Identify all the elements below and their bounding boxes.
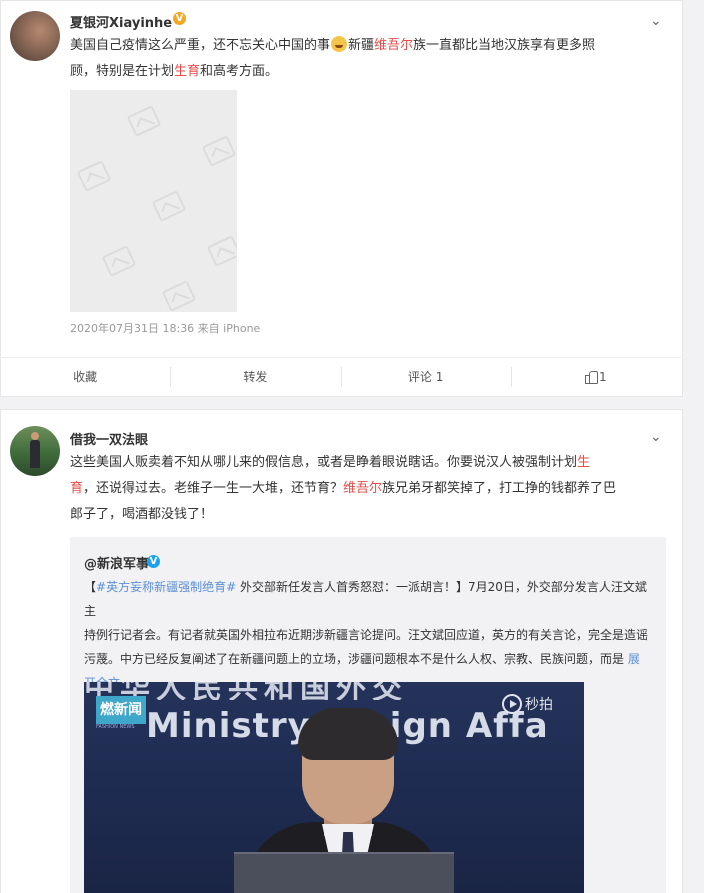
image-icon <box>151 190 187 222</box>
topic-link[interactable]: #英方妄称新疆强制绝育# <box>96 580 236 594</box>
image-icon <box>76 160 112 192</box>
laugh-emoji-icon <box>331 36 348 52</box>
image-icon <box>161 280 197 312</box>
keyword-highlight[interactable]: 维吾尔 <box>374 38 413 53</box>
keyword-highlight[interactable]: 育 <box>70 481 83 496</box>
repost-author[interactable]: @新浪军事 <box>84 553 149 572</box>
author-name[interactable]: 夏银河Xiayinhe <box>70 12 172 31</box>
keyword-highlight[interactable]: 生育 <box>174 64 200 79</box>
podium <box>234 852 454 893</box>
image-placeholder[interactable] <box>70 90 237 312</box>
comment-button[interactable]: 评论 1 <box>340 358 511 396</box>
collect-button[interactable]: 收藏 <box>0 358 170 396</box>
post-meta[interactable]: 2020年07月31日 18:36 来自 iPhone <box>70 320 260 336</box>
image-icon <box>101 245 137 277</box>
image-icon <box>126 105 162 137</box>
action-bar: 收藏 转发 评论 1 1 <box>0 357 681 396</box>
repost-button[interactable]: 转发 <box>170 358 340 396</box>
keyword-highlight[interactable]: 生 <box>577 455 590 470</box>
play-icon <box>502 694 522 714</box>
verified-badge-icon: V <box>173 12 186 25</box>
post-text: 美国自己疫情这么严重，还不忘关心中国的事 新疆维吾尔族一直都比当地汉族享有更多照 … <box>70 36 596 79</box>
news-logo: 燃新闻 <box>96 696 146 724</box>
author-name[interactable]: 借我一双法眼 <box>70 429 148 448</box>
keyword-highlight[interactable]: 维吾尔 <box>343 481 382 496</box>
chevron-down-icon[interactable]: ⌄ <box>650 430 664 444</box>
thumbs-up-icon <box>585 370 599 384</box>
post-text: 这些美国人贩卖着不知从哪儿来的假信息，或者是睁着眼说瞎话。你要说汉人被强制计划生… <box>70 455 617 522</box>
image-icon <box>201 135 237 167</box>
avatar[interactable] <box>10 11 60 61</box>
like-button[interactable]: 1 <box>510 358 681 396</box>
video-player[interactable]: 中华人民共和国外交 Ministry oreign Affa 燃新闻 FASHI… <box>84 682 584 893</box>
image-icon <box>206 235 237 267</box>
news-logo-subtitle: FASHION NEWS <box>96 724 135 730</box>
chevron-down-icon[interactable]: ⌄ <box>650 14 664 28</box>
expand-link[interactable]: 展 <box>628 652 640 666</box>
video-brand: 秒拍 <box>502 694 553 714</box>
verified-badge-icon: V <box>147 555 160 568</box>
avatar[interactable] <box>10 426 60 476</box>
repost-text: 【#英方妄称新疆强制绝育# 外交部新任发言人首秀怒怼：一派胡言！】7月20日，外… <box>84 575 654 695</box>
